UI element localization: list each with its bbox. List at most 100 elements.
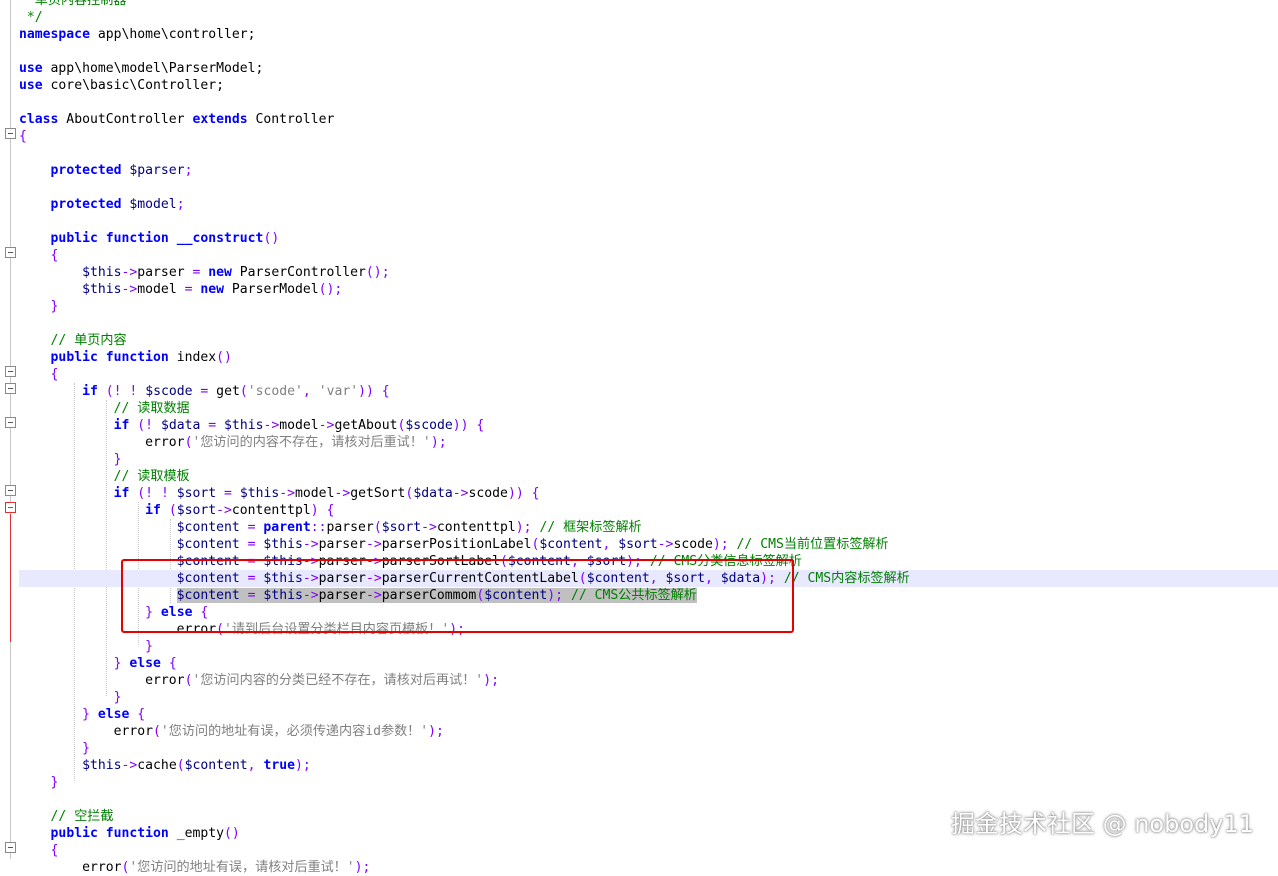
- code-token: )): [507, 486, 524, 501]
- code-line[interactable]: $this->model = new ParserModel();: [19, 281, 1278, 298]
- code-line[interactable]: {: [19, 128, 1278, 145]
- code-line[interactable]: protected $parser;: [19, 162, 1278, 179]
- code-line[interactable]: protected $model;: [19, 196, 1278, 213]
- code-token: ();: [365, 265, 390, 280]
- code-line[interactable]: {: [19, 366, 1278, 383]
- code-line[interactable]: class AboutController extends Controller: [19, 111, 1278, 128]
- code-line[interactable]: if (! ! $sort = $this->model->getSort($d…: [19, 485, 1278, 502]
- code-token: $sort: [586, 554, 627, 569]
- code-line[interactable]: [19, 94, 1278, 111]
- code-token: error: [82, 860, 122, 875]
- code-token: $this: [263, 554, 303, 569]
- code-token: new: [208, 265, 232, 280]
- code-token: $content: [539, 537, 603, 552]
- code-token: (!: [137, 486, 154, 501]
- code-token: {: [381, 384, 390, 399]
- code-line[interactable]: // 读取模板: [19, 468, 1278, 485]
- code-line[interactable]: use app\home\model\ParserModel;: [19, 60, 1278, 77]
- code-token: $content: [176, 588, 240, 603]
- code-line[interactable]: if (! ! $scode = get('scode', 'var')) {: [19, 383, 1278, 400]
- fold-toggle-icon[interactable]: [5, 366, 16, 377]
- code-token: ->: [421, 520, 437, 535]
- code-token: app\home\model\ParserModel;: [42, 61, 264, 76]
- code-line[interactable]: $this->cache($content, true);: [19, 757, 1278, 774]
- code-token: (!: [137, 418, 154, 433]
- code-line[interactable]: {: [19, 247, 1278, 264]
- code-line[interactable]: $content = $this->parser->parserSortLabe…: [19, 553, 1278, 570]
- code-token: ->: [216, 503, 232, 518]
- code-line[interactable]: 单页内容控制器: [19, 0, 1278, 9]
- code-line[interactable]: // 读取数据: [19, 400, 1278, 417]
- code-line[interactable]: */: [19, 9, 1278, 26]
- fold-toggle-icon[interactable]: [5, 128, 16, 139]
- code-editor[interactable]: 单页内容控制器 */namespace app\home\controller;…: [0, 0, 1278, 875]
- code-token: getAbout: [334, 418, 398, 433]
- code-token: }: [82, 707, 90, 722]
- code-line[interactable]: [19, 43, 1278, 60]
- code-token: public: [50, 231, 98, 246]
- code-comment: */: [19, 10, 43, 25]
- code-line[interactable]: [19, 213, 1278, 230]
- code-line[interactable]: $content = $this->parser->parserCurrentC…: [19, 570, 1278, 587]
- code-line[interactable]: } else {: [19, 655, 1278, 672]
- code-line[interactable]: namespace app\home\controller;: [19, 26, 1278, 43]
- fold-toggle-icon[interactable]: [5, 247, 16, 258]
- code-line[interactable]: [19, 145, 1278, 162]
- code-line[interactable]: }: [19, 451, 1278, 468]
- code-area[interactable]: 单页内容控制器 */namespace app\home\controller;…: [19, 0, 1278, 875]
- code-line[interactable]: error('您访问的地址有误，请核对后重试！');: [19, 859, 1278, 876]
- code-line[interactable]: }: [19, 774, 1278, 791]
- code-line[interactable]: public function index(): [19, 349, 1278, 366]
- code-line[interactable]: public function __construct(): [19, 230, 1278, 247]
- code-line[interactable]: }: [19, 638, 1278, 655]
- code-line[interactable]: error('请到后台设置分类栏目内容页模板！');: [19, 621, 1278, 638]
- code-line[interactable]: // 单页内容: [19, 332, 1278, 349]
- code-line[interactable]: use core\basic\Controller;: [19, 77, 1278, 94]
- code-token: $content: [176, 571, 240, 586]
- code-token: $this: [263, 571, 303, 586]
- code-line[interactable]: error('您访问的地址有误，必须传递内容id参数！');: [19, 723, 1278, 740]
- code-token: Controller: [247, 112, 335, 127]
- code-token: get: [208, 384, 240, 399]
- code-token: app\home\controller;: [89, 27, 256, 42]
- fold-toggle-icon[interactable]: [5, 842, 16, 853]
- fold-toggle-icon[interactable]: [5, 383, 16, 394]
- code-line[interactable]: $content = $this->parser->parserCommom($…: [19, 587, 1278, 604]
- code-line[interactable]: }: [19, 689, 1278, 706]
- active-fold-range: [10, 514, 11, 642]
- code-line[interactable]: [19, 179, 1278, 196]
- code-line[interactable]: $content = parent::parser($sort->content…: [19, 519, 1278, 536]
- fold-toggle-icon[interactable]: [5, 417, 16, 428]
- code-line[interactable]: if (! $data = $this->model->getAbout($sc…: [19, 417, 1278, 434]
- code-line[interactable]: error('您访问的内容不存在，请核对后重试！');: [19, 434, 1278, 451]
- code-line[interactable]: } else {: [19, 706, 1278, 723]
- code-line[interactable]: $content = $this->parser->parserPosition…: [19, 536, 1278, 553]
- code-line[interactable]: {: [19, 842, 1278, 859]
- fold-toggle-icon[interactable]: [5, 485, 16, 496]
- code-token: )): [452, 418, 469, 433]
- code-line[interactable]: [19, 315, 1278, 332]
- code-token: function: [105, 350, 169, 365]
- code-line[interactable]: error('您访问内容的分类已经不存在，请核对后再试！');: [19, 672, 1278, 689]
- code-string: '您访问的地址有误，必须传递内容id参数！': [160, 724, 429, 739]
- code-line[interactable]: }: [19, 740, 1278, 757]
- code-token: ->: [452, 486, 469, 501]
- code-line[interactable]: if ($sort->contenttpl) {: [19, 502, 1278, 519]
- code-line[interactable]: }: [19, 298, 1278, 315]
- code-line[interactable]: } else {: [19, 604, 1278, 621]
- code-token: parser: [318, 588, 366, 603]
- code-token: $this: [82, 282, 122, 297]
- code-line[interactable]: $this->parser = new ParserController();: [19, 264, 1278, 281]
- fold-toggle-icon[interactable]: [5, 502, 16, 513]
